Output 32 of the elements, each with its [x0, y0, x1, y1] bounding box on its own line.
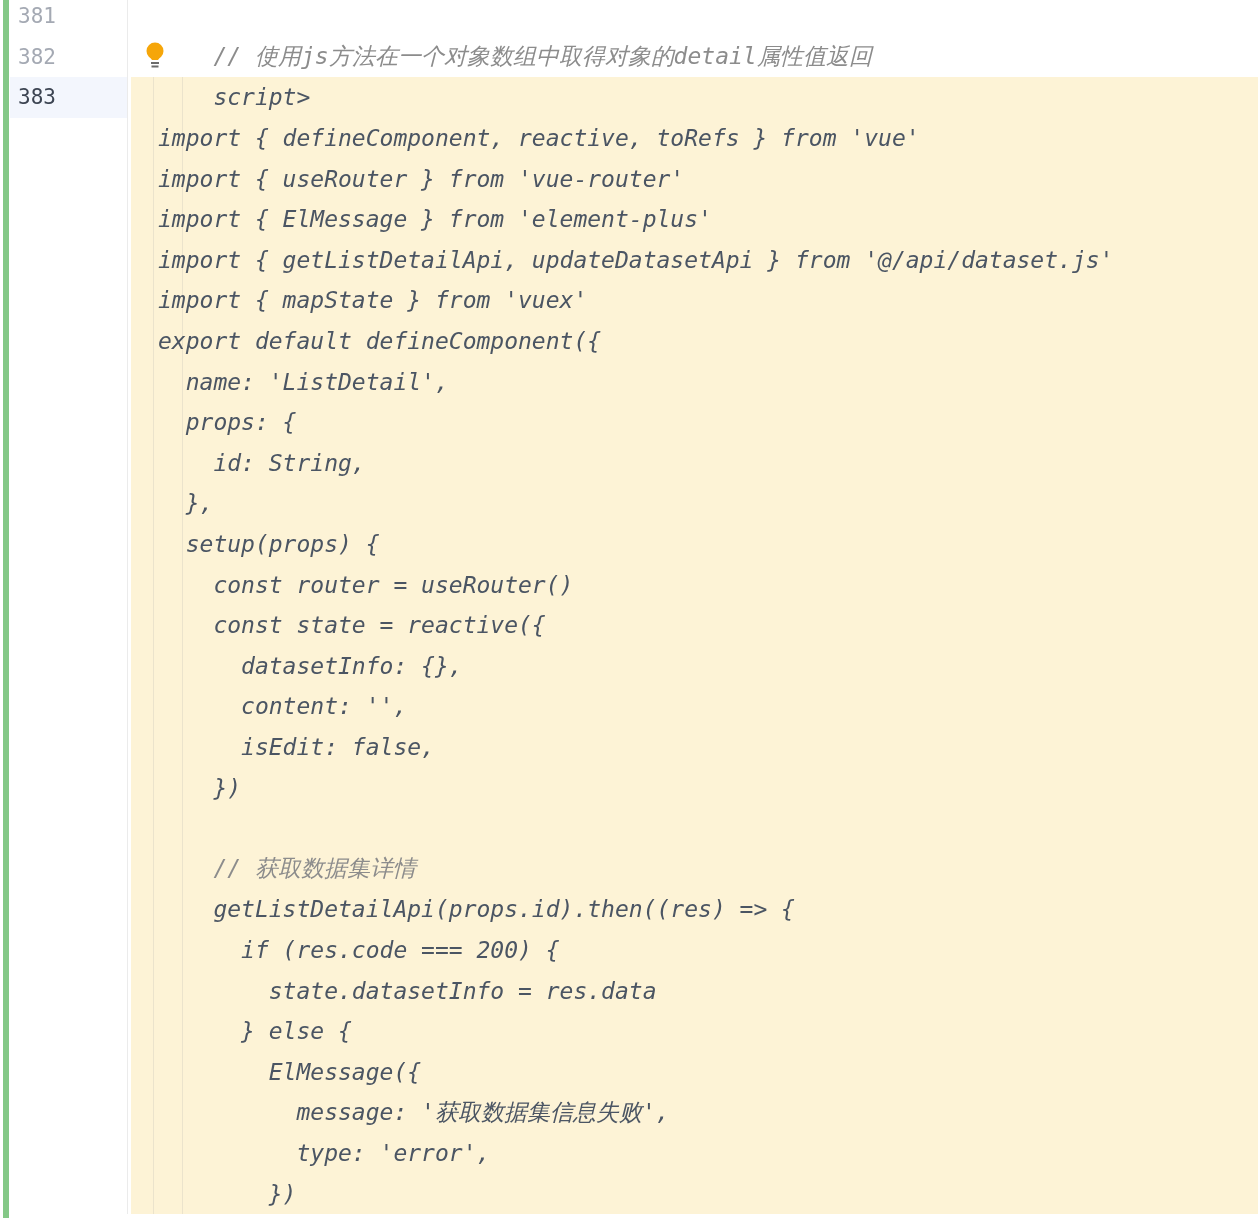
code-line: setup(props) {: [184, 531, 380, 557]
code-line: id: String,: [212, 449, 366, 476]
code-line: type: 'error',: [295, 1139, 491, 1166]
code-line: content: '',: [240, 693, 408, 720]
code-comment: // 获取数据集详情: [212, 854, 416, 884]
code-line: isEdit: false,: [240, 734, 435, 760]
code-line: import { useRouter } from 'vue-router': [158, 165, 685, 192]
code-line: }): [267, 1180, 297, 1207]
line-number: 381: [18, 4, 56, 29]
code-line: import { ElMessage } from 'element-plus': [158, 206, 712, 233]
code-line: message: '获取数据集信息失败',: [295, 1097, 670, 1127]
code-line: import { getListDetailApi, updateDatasetApi } from '@/api/dataset.js': [158, 246, 1114, 273]
code-line: } else {: [240, 1018, 352, 1045]
code-line: script>: [212, 84, 311, 111]
code-line: if (res.code === 200) {: [240, 936, 560, 963]
code-line: name: 'ListDetail',: [184, 368, 449, 395]
code-line: const router = useRouter(): [212, 571, 574, 598]
line-number: 383: [18, 85, 56, 110]
code-line: props: {: [184, 409, 297, 436]
line-number: 382: [18, 44, 56, 69]
lightbulb-icon[interactable]: [144, 41, 166, 70]
code-line: getListDetailApi(props.id).then((res) => {: [212, 896, 795, 923]
code-line: import { defineComponent, reactive, toRefs } from 'vue': [158, 125, 920, 152]
code-line: },: [184, 490, 214, 517]
code-line: }): [212, 774, 242, 801]
code-line: import { mapState } from 'vuex': [158, 287, 588, 314]
code-line: export default defineComponent({: [158, 328, 602, 355]
code-line: state.datasetInfo = res.data: [267, 977, 657, 1004]
code-line: datasetInfo: {},: [240, 652, 463, 679]
code-comment: // 使用js方法在一个对象数组中取得对象的detail属性值返回: [212, 42, 872, 72]
code-line: ElMessage({: [267, 1058, 422, 1085]
code-line: const state = reactive({: [212, 612, 546, 639]
